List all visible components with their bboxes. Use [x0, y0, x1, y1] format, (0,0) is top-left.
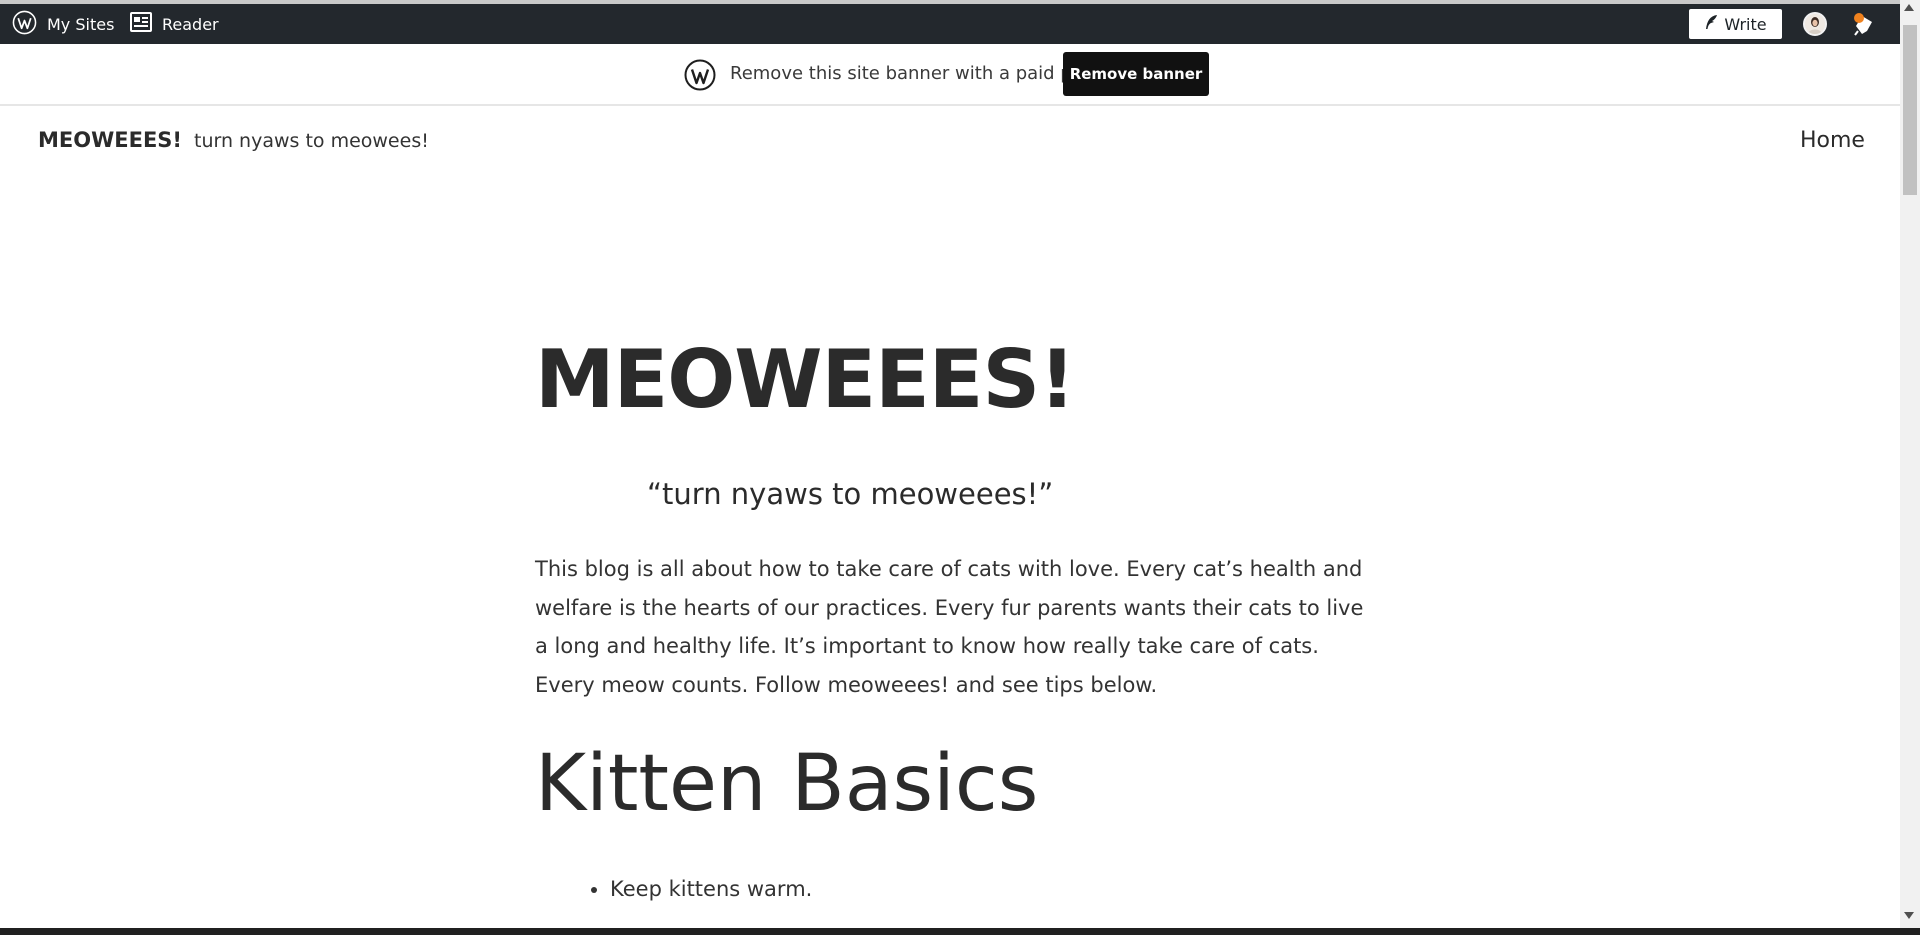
scroll-up-arrow-icon[interactable] [1904, 4, 1914, 11]
scrollbar-thumb[interactable] [1903, 25, 1917, 195]
my-sites-button[interactable]: My Sites [12, 4, 114, 44]
write-label: Write [1724, 14, 1767, 34]
tips-list: Keep kittens warm. [535, 872, 1375, 906]
nav-home-link[interactable]: Home [1800, 128, 1865, 153]
page-content: MEOWEEES! “turn nyaws to meoweees!” This… [535, 330, 1375, 906]
reader-button[interactable]: Reader [130, 4, 219, 44]
my-sites-label: My Sites [47, 14, 115, 34]
banner-text: Remove this site banner with a paid plan [730, 63, 1100, 84]
site-title-link[interactable]: MEOWEEES! [38, 128, 182, 152]
feather-pen-icon [1704, 14, 1718, 34]
intro-paragraph: This blog is all about how to take care … [535, 557, 1364, 697]
wordpress-logo-icon [684, 59, 716, 91]
wordpress-logo-icon [12, 10, 37, 39]
scroll-down-arrow-icon[interactable] [1904, 912, 1914, 919]
reader-label: Reader [162, 14, 219, 34]
site-tagline: turn nyaws to meowees! [194, 130, 429, 152]
remove-banner-button[interactable]: Remove banner [1063, 52, 1209, 96]
list-item: Keep kittens warm. [610, 872, 1375, 906]
write-button[interactable]: Write [1689, 9, 1782, 39]
section-heading: Kitten Basics [535, 739, 1039, 829]
vertical-scrollbar[interactable] [1900, 0, 1920, 930]
bottom-edge [0, 928, 1920, 935]
user-avatar[interactable] [1803, 12, 1827, 36]
admin-bar: My Sites Reader Write [0, 0, 1900, 44]
reader-icon [130, 12, 152, 36]
page-title: MEOWEEES! [535, 333, 1076, 426]
pull-quote: “turn nyaws to meoweees!” [647, 477, 1054, 511]
notification-dot [1854, 13, 1864, 23]
upgrade-banner: Remove this site banner with a paid plan… [0, 44, 1900, 106]
